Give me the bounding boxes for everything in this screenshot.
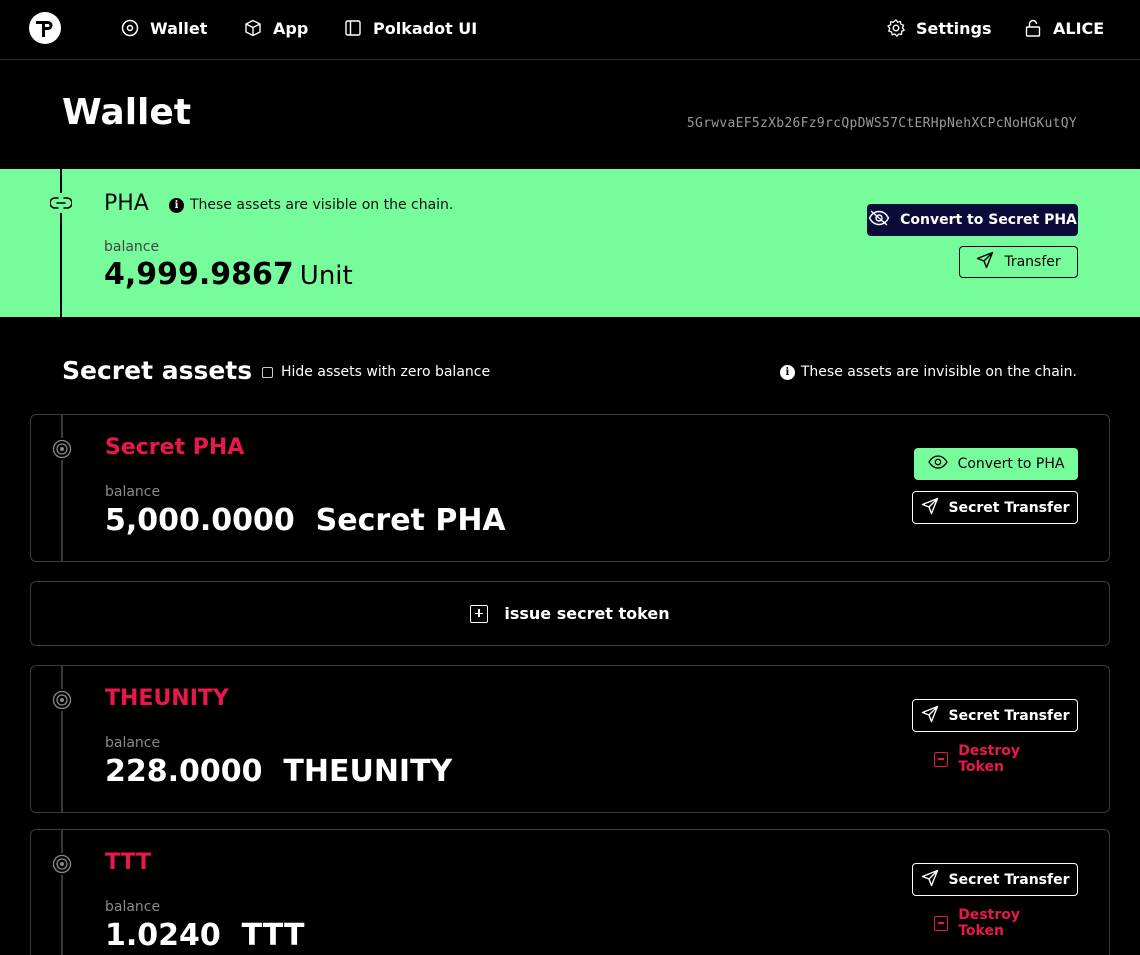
info-icon: i — [169, 197, 184, 213]
hide-zero-balance-checkbox[interactable]: Hide assets with zero balance — [262, 364, 490, 380]
plus-square-icon — [470, 604, 489, 623]
destroy-token-label: Destroy Token — [958, 907, 1021, 939]
secret-visibility-text: These assets are invisible on the chain. — [800, 364, 1077, 380]
timeline-line — [61, 830, 63, 955]
asset-balance-label: balance — [105, 484, 161, 500]
target-icon — [51, 438, 73, 460]
secret-assets-title: Secret assets — [62, 356, 253, 385]
asset-name: THEUNITY — [105, 686, 229, 711]
secret-transfer-label: Secret Transfer — [948, 499, 1070, 516]
convert-to-secret-button[interactable]: Convert to Secret PHA — [867, 204, 1078, 236]
convert-to-secret-label: Convert to Secret PHA — [900, 212, 1077, 228]
secret-transfer-button[interactable]: Secret Transfer — [912, 699, 1078, 732]
secret-transfer-button[interactable]: Secret Transfer — [912, 491, 1078, 524]
timeline-line — [60, 169, 62, 317]
target-icon — [51, 689, 73, 711]
checkbox-icon[interactable] — [262, 366, 273, 378]
link-icon — [49, 193, 73, 213]
eye-icon — [927, 455, 948, 473]
timeline-line — [61, 415, 63, 561]
secret-transfer-label: Secret Transfer — [948, 707, 1070, 724]
eye-off-icon — [868, 210, 890, 230]
asset-balance-label: balance — [105, 735, 161, 751]
destroy-token-button[interactable]: Destroy Token — [934, 907, 1064, 939]
page-title: Wallet — [62, 92, 192, 133]
send-icon — [921, 497, 939, 519]
secret-visibility-note: i These assets are invisible on the chai… — [779, 364, 1077, 380]
target-icon — [51, 853, 73, 875]
phala-logo-icon[interactable] — [29, 12, 61, 44]
sidebar-panel-icon — [343, 18, 363, 38]
nav-settings-label: Settings — [916, 18, 992, 38]
pha-asset-name: PHA — [104, 191, 149, 216]
secret-transfer-label: Secret Transfer — [948, 871, 1070, 888]
destroy-token-label: Destroy Token — [958, 743, 1021, 775]
asset-balance: 228.0000 THEUNITY — [105, 754, 453, 789]
nav-polkadot-ui-label: Polkadot UI — [373, 18, 478, 38]
top-nav: Wallet App Polkadot UI Settings ALICE — [0, 0, 1140, 60]
issue-secret-token-button[interactable]: issue secret token — [30, 581, 1110, 646]
gear-icon — [886, 18, 906, 38]
minus-square-icon — [934, 915, 949, 931]
timeline-line — [61, 666, 63, 812]
send-icon — [921, 705, 939, 727]
minus-square-icon — [934, 751, 949, 767]
nav-wallet[interactable]: Wallet — [120, 18, 207, 38]
pha-balance: 4,999.9867 Unit — [104, 257, 353, 292]
pha-visibility-note: i These assets are visible on the chain. — [169, 197, 453, 213]
nav-wallet-label: Wallet — [150, 18, 208, 38]
nav-polkadot-ui[interactable]: Polkadot UI — [343, 18, 477, 38]
wallet-address[interactable]: 5GrwvaEF5zXb26Fz9rcQpDWS57CtERHpNehXCPcN… — [687, 116, 1077, 131]
convert-to-pha-label: Convert to PHA — [957, 456, 1065, 472]
asset-name: Secret PHA — [105, 435, 245, 460]
target-circle-icon — [120, 18, 140, 38]
info-icon: i — [779, 364, 795, 380]
transfer-label: Transfer — [1004, 254, 1061, 270]
lock-icon — [1023, 18, 1043, 38]
destroy-token-button[interactable]: Destroy Token — [934, 743, 1064, 775]
issue-secret-token-label: issue secret token — [504, 604, 670, 623]
asset-balance-label: balance — [105, 899, 161, 915]
nav-settings[interactable]: Settings — [886, 18, 992, 38]
convert-to-pha-button[interactable]: Convert to PHA — [914, 448, 1078, 480]
transfer-button[interactable]: Transfer — [959, 246, 1078, 278]
pha-visibility-text: These assets are visible on the chain. — [190, 197, 454, 213]
nav-app[interactable]: App — [243, 18, 308, 38]
asset-card-secret-pha: Secret PHA balance 5,000.0000 Secret PHA… — [30, 414, 1110, 562]
pha-balance-label: balance — [104, 239, 160, 255]
pha-panel: PHA i These assets are visible on the ch… — [0, 169, 1140, 317]
asset-card-ttt: TTT balance 1.0240 TTT Secret Transfer D… — [30, 829, 1110, 955]
cube-icon — [243, 18, 263, 38]
asset-balance: 5,000.0000 Secret PHA — [105, 503, 506, 538]
pha-balance-value: 4,999.9867 — [104, 257, 294, 292]
nav-app-label: App — [273, 18, 309, 38]
secret-transfer-button[interactable]: Secret Transfer — [912, 863, 1078, 896]
asset-name: TTT — [105, 850, 152, 875]
nav-account-label: ALICE — [1053, 18, 1105, 38]
send-icon — [976, 251, 994, 273]
asset-balance: 1.0240 TTT — [105, 918, 305, 953]
nav-account[interactable]: ALICE — [1023, 18, 1104, 38]
asset-card-theunity: THEUNITY balance 228.0000 THEUNITY Secre… — [30, 665, 1110, 813]
send-icon — [921, 869, 939, 891]
hide-zero-balance-label: Hide assets with zero balance — [281, 364, 491, 380]
pha-balance-unit: Unit — [299, 261, 353, 291]
